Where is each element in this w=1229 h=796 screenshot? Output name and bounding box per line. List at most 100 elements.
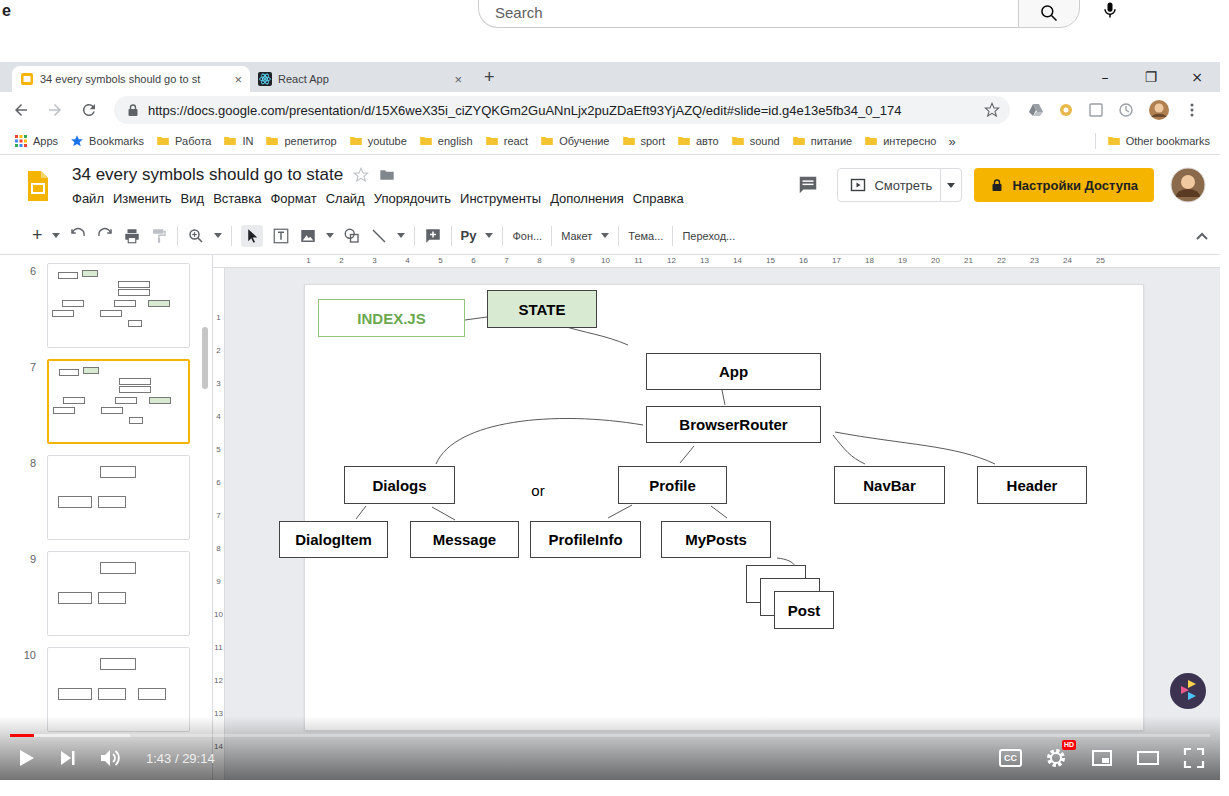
dropdown-caret-icon[interactable] xyxy=(214,233,222,238)
menu-item[interactable]: Формат xyxy=(270,191,316,206)
next-icon[interactable] xyxy=(56,746,80,770)
puzzle-extension-icon[interactable] xyxy=(1058,102,1074,118)
comments-icon[interactable] xyxy=(797,174,819,196)
diagram-node[interactable]: Post xyxy=(774,591,834,629)
dropdown-caret-icon[interactable] xyxy=(52,233,60,238)
channel-watermark-icon[interactable] xyxy=(1169,672,1207,710)
scrollbar[interactable] xyxy=(202,327,208,389)
diagram-node[interactable]: DialogItem xyxy=(279,521,388,558)
slides-logo-icon[interactable] xyxy=(26,171,48,201)
present-dropdown[interactable] xyxy=(940,169,961,201)
line-icon[interactable] xyxy=(370,227,388,245)
bookmark-star-icon[interactable] xyxy=(984,102,1000,118)
menu-item[interactable]: Дополнения xyxy=(550,191,624,206)
diagram-node[interactable]: BrowserRouter xyxy=(646,406,821,443)
drive-extension-icon[interactable] xyxy=(1028,102,1044,118)
video-player[interactable]: 34 every symbols should go to st×React A… xyxy=(0,62,1220,780)
window-control-button[interactable]: ❐ xyxy=(1128,62,1174,92)
page-extension-icon[interactable] xyxy=(1088,102,1104,118)
dropdown-caret-icon[interactable] xyxy=(326,233,334,238)
bookmark[interactable]: интересно xyxy=(860,134,940,148)
window-control-button[interactable]: – xyxy=(1082,62,1128,92)
image-icon[interactable] xyxy=(299,227,317,245)
settings-button[interactable]: HD xyxy=(1044,746,1068,770)
other-bookmarks[interactable]: Other bookmarks xyxy=(1091,133,1214,149)
bookmark[interactable]: репетитор xyxy=(261,134,340,148)
background-button[interactable]: Фон... xyxy=(512,230,542,242)
tab-close-button[interactable]: × xyxy=(454,72,462,87)
slide-thumbnail[interactable] xyxy=(47,359,190,444)
diagram-node[interactable]: Dialogs xyxy=(344,466,455,504)
dropdown-caret-icon[interactable] xyxy=(485,233,493,238)
diagram-node[interactable]: INDEX.JS xyxy=(318,299,465,337)
paint-format-icon[interactable] xyxy=(150,227,168,245)
menu-item[interactable]: Упорядочить xyxy=(374,191,451,206)
reload-icon[interactable] xyxy=(80,101,98,119)
captions-button[interactable]: CC xyxy=(999,749,1022,767)
play-icon[interactable] xyxy=(14,746,38,770)
menu-item[interactable]: Слайд xyxy=(326,191,365,206)
bookmark[interactable]: Apps xyxy=(10,134,62,148)
theme-button[interactable]: Тема... xyxy=(628,230,663,242)
account-avatar-icon[interactable] xyxy=(1170,167,1206,203)
folder-outline-icon[interactable] xyxy=(379,167,395,183)
slide-thumbnail-item[interactable]: 6 xyxy=(0,263,212,359)
mic-button[interactable] xyxy=(1100,0,1120,24)
url-field[interactable]: https://docs.google.com/presentation/d/1… xyxy=(114,96,1010,124)
diagram-node[interactable]: Header xyxy=(977,466,1087,504)
logo-fragment[interactable]: e xyxy=(0,0,478,20)
diagram-node[interactable]: MyPosts xyxy=(661,521,771,558)
search-button[interactable] xyxy=(1018,0,1080,28)
fullscreen-icon[interactable] xyxy=(1182,746,1206,770)
transition-button[interactable]: Переход... xyxy=(682,230,735,242)
volume-icon[interactable] xyxy=(98,746,122,770)
print-icon[interactable] xyxy=(123,227,141,245)
bookmark[interactable]: Работа xyxy=(152,134,215,148)
post-stack[interactable]: Post xyxy=(746,565,834,629)
bookmark[interactable]: Обучение xyxy=(536,134,613,148)
bookmark[interactable]: react xyxy=(481,134,532,148)
diagram-node[interactable]: NavBar xyxy=(834,466,945,504)
menu-item[interactable]: Справка xyxy=(633,191,684,206)
diagram-node[interactable]: Profile xyxy=(618,466,727,504)
text-box-icon[interactable] xyxy=(272,227,290,245)
timer-extension-icon[interactable] xyxy=(1118,102,1134,118)
menu-item[interactable]: Вставка xyxy=(213,191,261,206)
browser-tab[interactable]: React App× xyxy=(250,66,470,92)
bookmark[interactable]: авто xyxy=(673,134,723,148)
dropdown-caret-icon[interactable] xyxy=(601,233,609,238)
new-slide-button[interactable]: + xyxy=(32,225,43,246)
slide-thumbnail[interactable] xyxy=(47,551,190,636)
slide[interactable]: INDEX.JSSTATEAppBrowserRouterDialogsorPr… xyxy=(305,285,1143,730)
search-input[interactable]: Search xyxy=(478,0,1018,28)
present-button[interactable]: Смотреть xyxy=(837,168,962,202)
profile-avatar-icon[interactable] xyxy=(1148,99,1170,121)
bookmark[interactable]: youtube xyxy=(345,134,411,148)
menu-item[interactable]: Файл xyxy=(72,191,104,206)
redo-icon[interactable] xyxy=(96,227,114,245)
bookmark[interactable]: sound xyxy=(727,134,784,148)
bookmark[interactable]: sport xyxy=(618,134,669,148)
new-tab-button[interactable]: + xyxy=(484,67,495,88)
progress-bar[interactable] xyxy=(10,734,1210,737)
forward-icon[interactable] xyxy=(46,101,64,119)
diagram-node[interactable]: Message xyxy=(410,521,519,558)
slide-thumbnail-item[interactable]: 8 xyxy=(0,455,212,551)
tab-close-button[interactable]: × xyxy=(234,72,242,87)
menu-item[interactable]: Изменить xyxy=(113,191,172,206)
slide-thumbnail[interactable] xyxy=(47,455,190,540)
star-outline-icon[interactable] xyxy=(353,167,369,183)
menu-item[interactable]: Вид xyxy=(181,191,205,206)
zoom-icon[interactable] xyxy=(187,227,205,245)
select-cursor-icon[interactable] xyxy=(241,225,263,247)
dropdown-caret-icon[interactable] xyxy=(397,233,405,238)
bookmark[interactable]: питание xyxy=(788,134,856,148)
bookmark[interactable]: Bookmarks xyxy=(66,134,148,148)
back-icon[interactable] xyxy=(12,101,30,119)
theater-mode-icon[interactable] xyxy=(1136,746,1160,770)
undo-icon[interactable] xyxy=(69,227,87,245)
slide-thumbnail[interactable] xyxy=(47,263,190,348)
window-control-button[interactable]: × xyxy=(1174,62,1220,92)
shape-icon[interactable] xyxy=(343,227,361,245)
menu-dots-icon[interactable] xyxy=(1184,102,1200,118)
